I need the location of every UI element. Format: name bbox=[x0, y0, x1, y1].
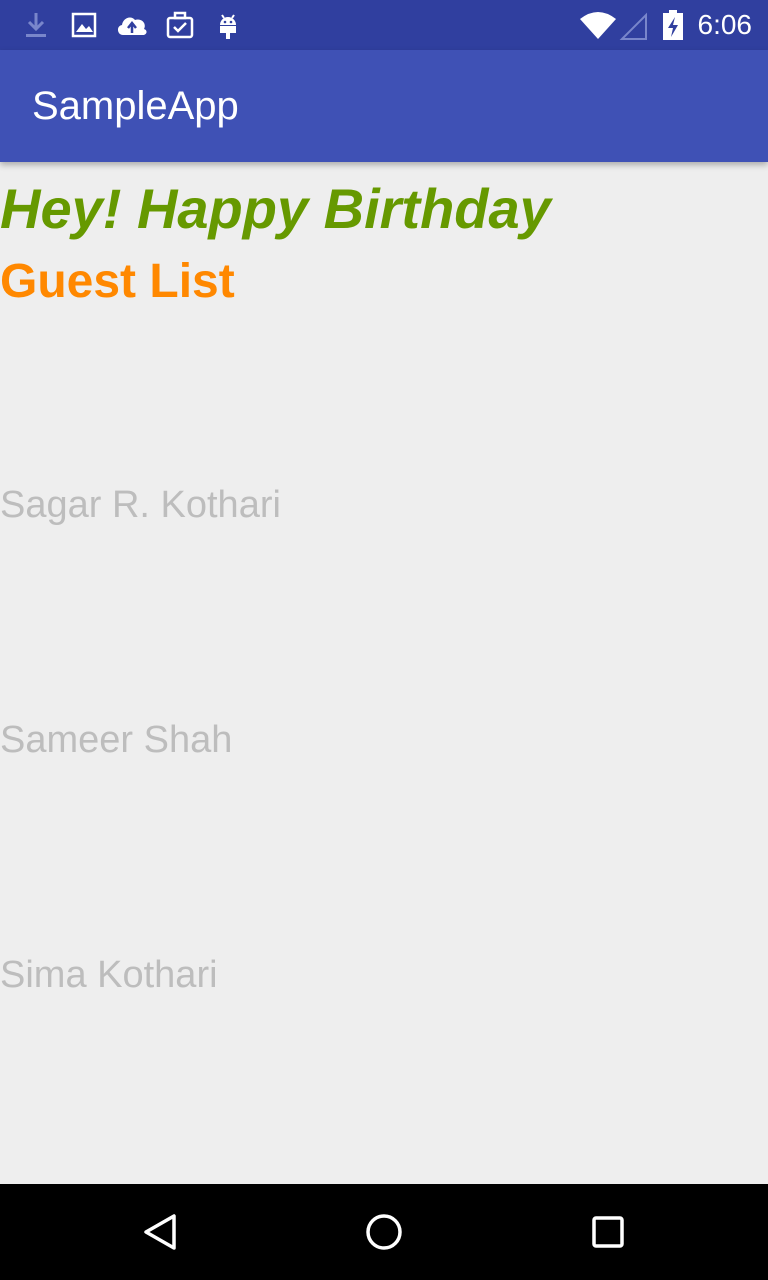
home-icon[interactable] bbox=[360, 1208, 408, 1256]
app-bar: SampleApp bbox=[0, 50, 768, 162]
birthday-headline: Hey! Happy Birthday bbox=[0, 177, 551, 240]
recents-icon[interactable] bbox=[584, 1208, 632, 1256]
cloud-upload-icon bbox=[117, 17, 147, 35]
navigation-bar bbox=[0, 1184, 768, 1280]
guest-item[interactable]: Sima Kothari bbox=[0, 867, 768, 1102]
back-icon[interactable] bbox=[136, 1208, 184, 1256]
android-icon bbox=[220, 14, 236, 39]
guest-item[interactable]: Sagar R. Kothari bbox=[0, 397, 768, 632]
download-icon bbox=[26, 13, 46, 37]
guest-list-heading: Guest List bbox=[0, 255, 235, 308]
screen: 6:06 SampleApp Hey! Happy Birthday Guest… bbox=[0, 0, 768, 1280]
briefcase-check-icon bbox=[166, 11, 194, 39]
image-icon bbox=[71, 12, 97, 38]
status-time: 6:06 bbox=[697, 9, 753, 40]
app-title: SampleApp bbox=[32, 84, 239, 128]
wifi-icon bbox=[580, 12, 616, 39]
main-content: Hey! Happy Birthday Guest List Sagar R. … bbox=[0, 162, 768, 1184]
signal-icon bbox=[619, 12, 647, 40]
status-bar: 6:06 bbox=[0, 0, 768, 50]
guest-list: Sagar R. Kothari Sameer Shah Sima Kothar… bbox=[0, 397, 768, 1102]
guest-item[interactable]: Sameer Shah bbox=[0, 632, 768, 867]
battery-charging-icon bbox=[663, 10, 683, 40]
